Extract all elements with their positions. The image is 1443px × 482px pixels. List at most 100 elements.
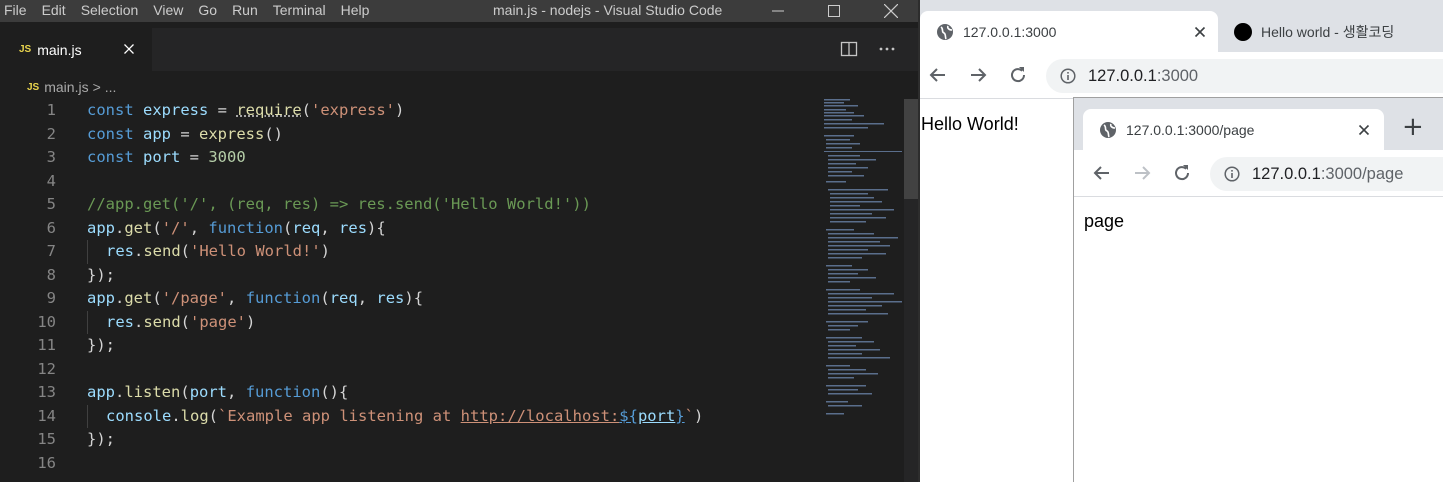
vscode-window: File Edit Selection View Go Run Terminal…: [0, 0, 920, 482]
url-path: :3000/page: [1320, 164, 1404, 183]
code-line: 10 res.send('page'): [0, 310, 820, 334]
browser-window-page: 127.0.0.1:3000/page + 127.0.0.1:3000/pag…: [1073, 97, 1443, 482]
menu-terminal[interactable]: Terminal: [266, 2, 334, 19]
close-icon[interactable]: [121, 41, 137, 57]
browser-tab-hello-world[interactable]: Hello world - 생활코딩: [1218, 11, 1443, 52]
code-line: 5 //app.get('/', (req, res) => res.send('…: [0, 193, 820, 217]
line-content: app.listen(port, function(){: [87, 383, 349, 401]
breadcrumb-separator: >: [92, 79, 101, 95]
line-number: 14: [37, 406, 56, 425]
back-arrow-icon[interactable]: [1092, 163, 1112, 183]
close-window-button[interactable]: [868, 0, 914, 22]
new-tab-icon[interactable]: +: [1402, 112, 1424, 142]
indent-guide: [87, 404, 88, 428]
line-number: 4: [46, 171, 56, 190]
browser-toolbar: 127.0.0.1:3000/page: [1074, 150, 1443, 196]
browser-tab-title: Hello world - 생활코딩: [1261, 23, 1395, 40]
minimize-icon: [772, 10, 784, 12]
line-number: 15: [37, 430, 56, 448]
breadcrumb: JS main.js > ...: [27, 78, 116, 96]
reload-icon[interactable]: [1172, 163, 1192, 183]
line-content: const app = express(): [87, 124, 284, 143]
minimize-button[interactable]: [755, 0, 801, 22]
menu-go[interactable]: Go: [191, 2, 225, 19]
code-line: 2 const app = express(): [0, 123, 820, 147]
line-content: const port = 3000: [87, 148, 246, 166]
line-number: 6: [46, 218, 56, 237]
menu-run[interactable]: Run: [225, 2, 266, 19]
code-line: 6 app.get('/', function(req, res){: [0, 217, 820, 241]
line-number: 5: [46, 195, 56, 213]
forward-arrow-icon[interactable]: [1132, 163, 1152, 183]
close-icon: [884, 4, 898, 18]
code-line: 1 const express = require('express'): [0, 99, 820, 123]
editor-tabs: JS main.js: [0, 28, 920, 71]
menu-file[interactable]: File: [0, 2, 35, 19]
site-favicon-icon: [1234, 22, 1252, 41]
code-line: 11});: [0, 334, 820, 358]
line-number: 10: [37, 312, 56, 331]
code-line: 3 const port = 3000: [0, 146, 820, 170]
line-content: //app.get('/', (req, res) => res.send('H…: [87, 195, 591, 213]
editor-tab-label: main.js: [37, 41, 82, 58]
scrollbar-thumb[interactable]: [904, 99, 918, 199]
close-icon[interactable]: [1356, 122, 1372, 138]
line-content: app.get('/', function(req, res){: [87, 218, 386, 237]
browser-toolbar: 127.0.0.1:3000: [920, 52, 1443, 98]
split-editor-icon[interactable]: [840, 40, 858, 58]
maximize-icon: [828, 5, 840, 17]
line-content: app.get('/page', function(req, res){: [87, 289, 424, 307]
info-icon[interactable]: [1224, 166, 1240, 182]
code-line: 16: [0, 452, 820, 476]
line-content: });: [87, 336, 115, 354]
address-bar[interactable]: 127.0.0.1:3000: [1046, 59, 1443, 93]
info-icon[interactable]: [1060, 68, 1076, 84]
minimap[interactable]: [822, 99, 904, 429]
editor-tab-main-js[interactable]: JS main.js: [0, 28, 152, 71]
code-line: 13 app.listen(port, function(){: [0, 381, 820, 405]
forward-arrow-icon[interactable]: [968, 65, 988, 85]
menu-edit[interactable]: Edit: [35, 2, 74, 19]
js-file-icon: JS: [27, 81, 40, 93]
line-number: 8: [46, 265, 56, 284]
line-number: 13: [37, 383, 56, 401]
code-link[interactable]: http://localhost:: [461, 407, 620, 425]
line-number: 9: [46, 289, 56, 307]
url-port: :3000: [1156, 66, 1199, 85]
indent-guide: [87, 310, 88, 334]
code-line: 14 console.log(`Example app listening at …: [0, 404, 820, 428]
toolbar-border: [1074, 196, 1443, 197]
globe-icon: [936, 23, 954, 41]
browser-tabstrip: 127.0.0.1:3000/page +: [1074, 98, 1443, 150]
code-editor[interactable]: 1 const express = require('express') 2 con…: [0, 99, 820, 475]
menu-view[interactable]: View: [146, 2, 191, 19]
js-file-icon: JS: [19, 44, 32, 55]
close-icon[interactable]: [1192, 24, 1208, 40]
editor-scrollbar[interactable]: [904, 99, 918, 482]
back-arrow-icon[interactable]: [928, 65, 948, 85]
browser-tab-title: 127.0.0.1:3000/page: [1126, 121, 1255, 138]
line-content: console.log(`Example app listening at ht…: [106, 406, 704, 425]
url-host: 127.0.0.1: [1088, 66, 1157, 85]
line-content: res.send('page'): [106, 312, 256, 331]
line-number: 2: [46, 124, 56, 143]
breadcrumb-file[interactable]: main.js: [44, 79, 88, 95]
globe-icon: [1099, 121, 1117, 139]
maximize-button[interactable]: [811, 0, 857, 22]
code-line: 12: [0, 358, 820, 382]
line-content: });: [87, 265, 115, 284]
browser-tab-title: 127.0.0.1:3000: [963, 23, 1057, 40]
address-bar[interactable]: 127.0.0.1:3000/page: [1210, 157, 1443, 191]
breadcrumb-symbol[interactable]: ...: [105, 79, 117, 95]
browser-tab-page[interactable]: 127.0.0.1:3000/page: [1083, 109, 1384, 150]
browser-tab-root[interactable]: 127.0.0.1:3000: [920, 11, 1218, 52]
reload-icon[interactable]: [1008, 65, 1028, 85]
code-line: 9 app.get('/page', function(req, res){: [0, 287, 820, 311]
more-actions-icon[interactable]: [878, 40, 896, 58]
menu-selection[interactable]: Selection: [74, 2, 147, 19]
menu-help[interactable]: Help: [334, 2, 378, 19]
line-number: 11: [37, 336, 56, 354]
line-number: 1: [46, 101, 56, 119]
menubar: File Edit Selection View Go Run Terminal…: [0, 0, 920, 22]
line-content: });: [87, 430, 115, 448]
